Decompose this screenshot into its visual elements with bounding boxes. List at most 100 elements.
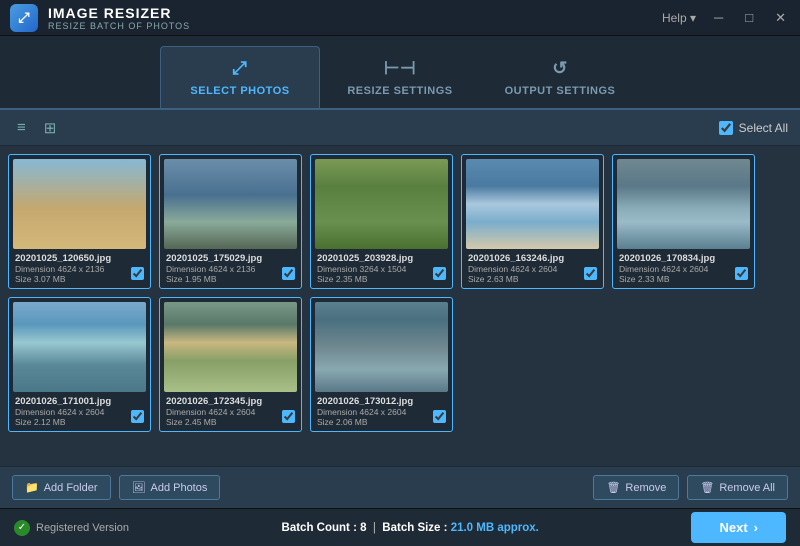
photo-checkbox[interactable]	[131, 410, 144, 423]
title-bar-left: ⤢ IMAGE RESIZER RESIZE BATCH OF PHOTOS	[10, 4, 190, 32]
status-center: Batch Count : 8 | Batch Size : 21.0 MB a…	[282, 522, 539, 534]
photo-name: 20201025_175029.jpg	[166, 253, 295, 264]
toolbar: ≡ ⊞ Select All	[0, 110, 800, 146]
photo-size: Size 1.95 MB	[166, 274, 295, 284]
app-subtitle: RESIZE BATCH OF PHOTOS	[48, 21, 190, 31]
remove-all-button[interactable]: 🗑 Remove All	[687, 475, 788, 500]
photo-dimension: Dimension 4624 x 2604	[619, 264, 748, 274]
photo-info: 20201026_170834.jpgDimension 4624 x 2604…	[617, 249, 750, 284]
photo-thumbnail	[164, 159, 297, 249]
photo-name: 20201026_170834.jpg	[619, 253, 748, 264]
toolbar-left: ≡ ⊞	[12, 116, 61, 140]
photo-checkbox[interactable]	[433, 410, 446, 423]
photo-size: Size 2.35 MB	[317, 274, 446, 284]
tab-output-settings[interactable]: ↺ OUTPUT SETTINGS	[480, 46, 640, 108]
photo-card[interactable]: 20201026_172345.jpgDimension 4624 x 2604…	[159, 297, 302, 432]
photo-card[interactable]: 20201025_175029.jpgDimension 4624 x 2136…	[159, 154, 302, 289]
photo-size: Size 2.12 MB	[15, 417, 144, 427]
photo-card[interactable]: 20201026_173012.jpgDimension 4624 x 2604…	[310, 297, 453, 432]
photo-size: Size 2.06 MB	[317, 417, 446, 427]
photo-name: 20201026_173012.jpg	[317, 396, 446, 407]
remove-icon: 🗑	[606, 481, 620, 494]
remove-all-label: Remove All	[719, 482, 775, 494]
add-photos-label: Add Photos	[150, 482, 207, 494]
photo-info: 20201026_173012.jpgDimension 4624 x 2604…	[315, 392, 448, 427]
photo-checkbox[interactable]	[282, 267, 295, 280]
photo-thumbnail	[13, 159, 146, 249]
photo-card[interactable]: 20201025_120650.jpgDimension 4624 x 2136…	[8, 154, 151, 289]
remove-button[interactable]: 🗑 Remove	[593, 475, 679, 500]
photo-checkbox[interactable]	[433, 267, 446, 280]
photo-name: 20201025_120650.jpg	[15, 253, 144, 264]
photo-name: 20201025_203928.jpg	[317, 253, 446, 264]
photo-info: 20201026_171001.jpgDimension 4624 x 2604…	[13, 392, 146, 427]
tab-output-settings-label: OUTPUT SETTINGS	[505, 85, 616, 97]
add-photos-button[interactable]: 🖼 Add Photos	[119, 475, 221, 500]
select-all-checkbox[interactable]	[719, 121, 733, 135]
photo-name: 20201026_171001.jpg	[15, 396, 144, 407]
photo-info: 20201025_120650.jpgDimension 4624 x 2136…	[13, 249, 146, 284]
batch-count-label: Batch Count : 8	[282, 522, 367, 534]
photo-thumbnail	[617, 159, 750, 249]
add-photo-icon: 🖼	[132, 481, 146, 494]
photo-thumbnail	[164, 302, 297, 392]
photo-card[interactable]: 20201025_203928.jpgDimension 3264 x 1504…	[310, 154, 453, 289]
photo-dimension: Dimension 4624 x 2136	[15, 264, 144, 274]
photo-info: 20201025_203928.jpgDimension 3264 x 1504…	[315, 249, 448, 284]
next-button[interactable]: Next ›	[691, 512, 786, 543]
resize-settings-icon: ⊢⊣	[384, 58, 416, 79]
main-content: ≡ ⊞ Select All 20201025_120650.jpgDimens…	[0, 108, 800, 508]
photo-size: Size 2.63 MB	[468, 274, 597, 284]
add-folder-label: Add Folder	[44, 482, 98, 494]
minimize-button[interactable]: ─	[710, 8, 727, 27]
photo-checkbox[interactable]	[735, 267, 748, 280]
grid-view-button[interactable]: ⊞	[39, 116, 62, 140]
photo-grid: 20201025_120650.jpgDimension 4624 x 2136…	[0, 146, 800, 466]
photo-thumbnail	[315, 302, 448, 392]
photo-size: Size 3.07 MB	[15, 274, 144, 284]
photo-thumbnail	[466, 159, 599, 249]
photo-checkbox[interactable]	[584, 267, 597, 280]
maximize-button[interactable]: □	[741, 8, 757, 27]
photo-dimension: Dimension 4624 x 2604	[317, 407, 446, 417]
photo-dimension: Dimension 4624 x 2604	[15, 407, 144, 417]
select-all-label: Select All	[739, 121, 788, 135]
output-settings-icon: ↺	[552, 58, 568, 79]
tab-resize-settings-label: RESIZE SETTINGS	[347, 85, 452, 97]
app-title-group: IMAGE RESIZER RESIZE BATCH OF PHOTOS	[48, 5, 190, 31]
photo-info: 20201026_172345.jpgDimension 4624 x 2604…	[164, 392, 297, 427]
tab-select-photos[interactable]: ⤢ SELECT PHOTOS	[160, 46, 320, 108]
action-left: 📁 Add Folder 🖼 Add Photos	[12, 475, 220, 500]
action-bar: 📁 Add Folder 🖼 Add Photos 🗑 Remove 🗑 Rem…	[0, 466, 800, 508]
photo-card[interactable]: 20201026_171001.jpgDimension 4624 x 2604…	[8, 297, 151, 432]
tab-resize-settings[interactable]: ⊢⊣ RESIZE SETTINGS	[320, 46, 480, 108]
app-title: IMAGE RESIZER	[48, 5, 190, 21]
action-right: 🗑 Remove 🗑 Remove All	[593, 475, 788, 500]
photo-thumbnail	[13, 302, 146, 392]
help-menu[interactable]: Help ▾	[662, 11, 696, 25]
registered-label: Registered Version	[36, 522, 129, 534]
tab-select-photos-label: SELECT PHOTOS	[190, 85, 289, 97]
next-arrow-icon: ›	[754, 520, 758, 535]
app-icon: ⤢	[10, 4, 38, 32]
photo-card[interactable]: 20201026_170834.jpgDimension 4624 x 2604…	[612, 154, 755, 289]
close-button[interactable]: ✕	[771, 8, 790, 28]
list-view-button[interactable]: ≡	[12, 116, 31, 140]
photo-card[interactable]: 20201026_163246.jpgDimension 4624 x 2604…	[461, 154, 604, 289]
next-label: Next	[719, 520, 747, 535]
remove-label: Remove	[625, 482, 666, 494]
photo-checkbox[interactable]	[131, 267, 144, 280]
select-photos-icon: ⤢	[233, 58, 248, 79]
title-bar-right: Help ▾ ─ □ ✕	[662, 8, 790, 28]
tabs-area: ⤢ SELECT PHOTOS ⊢⊣ RESIZE SETTINGS ↺ OUT…	[0, 36, 800, 108]
folder-icon: 📁	[25, 481, 39, 494]
remove-all-icon: 🗑	[700, 481, 714, 494]
photo-dimension: Dimension 4624 x 2604	[166, 407, 295, 417]
photo-name: 20201026_163246.jpg	[468, 253, 597, 264]
photo-dimension: Dimension 4624 x 2604	[468, 264, 597, 274]
add-folder-button[interactable]: 📁 Add Folder	[12, 475, 111, 500]
photo-size: Size 2.33 MB	[619, 274, 748, 284]
photo-checkbox[interactable]	[282, 410, 295, 423]
photo-info: 20201026_163246.jpgDimension 4624 x 2604…	[466, 249, 599, 284]
photo-dimension: Dimension 4624 x 2136	[166, 264, 295, 274]
